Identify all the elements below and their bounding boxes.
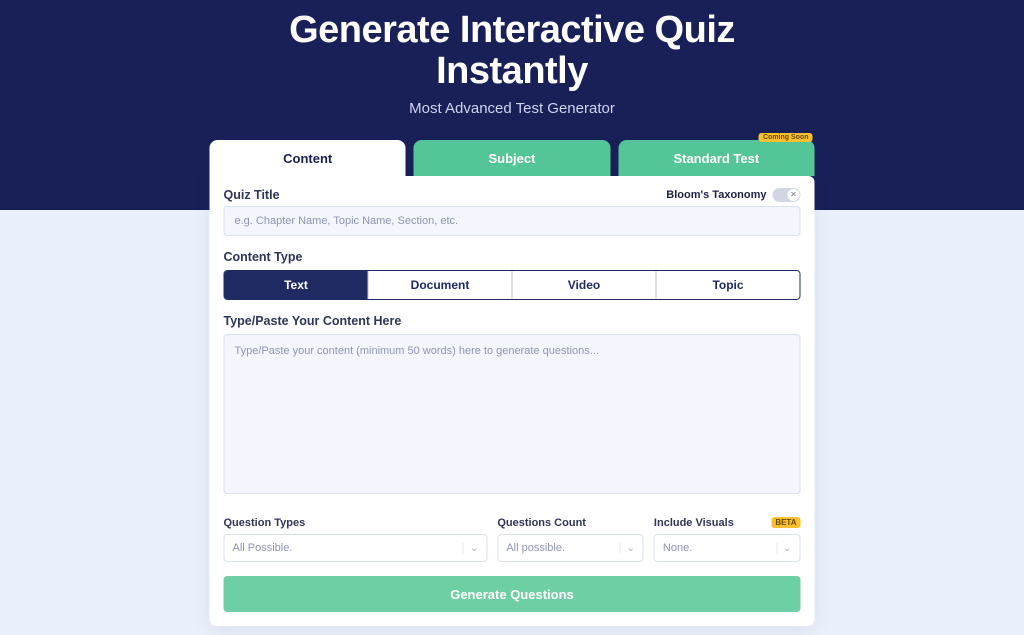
generate-button-label: Generate Questions — [450, 587, 574, 602]
beta-badge: BETA — [771, 517, 800, 528]
content-type-label: Content Type — [224, 250, 801, 264]
include-visuals-value: None. — [663, 542, 692, 554]
segment-document[interactable]: Document — [368, 271, 512, 299]
bloom-taxonomy-toggle[interactable] — [773, 188, 801, 202]
content-textarea[interactable] — [224, 334, 801, 494]
questions-count-label: Questions Count — [497, 517, 644, 529]
question-types-select[interactable]: All Possible. ⌄ — [224, 534, 488, 562]
quiz-title-input[interactable] — [224, 206, 801, 236]
chevron-down-icon: ⌄ — [463, 543, 478, 554]
content-type-segments: Text Document Video Topic — [224, 270, 801, 300]
segment-topic[interactable]: Topic — [656, 271, 800, 299]
hero-title-line2: Instantly — [436, 50, 588, 92]
tab-standard-label: Standard Test — [673, 151, 759, 166]
content-area-label: Type/Paste Your Content Here — [224, 314, 801, 328]
segment-video[interactable]: Video — [512, 271, 656, 299]
options-row: Question Types All Possible. ⌄ Questions… — [224, 517, 801, 562]
question-types-group: Question Types All Possible. ⌄ — [224, 517, 488, 562]
tab-content[interactable]: Content — [210, 140, 406, 176]
hero-subtitle: Most Advanced Test Generator — [0, 100, 1024, 117]
include-visuals-select[interactable]: None. ⌄ — [654, 534, 801, 562]
generate-questions-button[interactable]: Generate Questions — [224, 576, 801, 612]
bloom-taxonomy-group: Bloom's Taxonomy — [666, 188, 800, 202]
hero-title-line1: Generate Interactive Quiz — [289, 9, 735, 51]
tab-subject[interactable]: Subject — [414, 140, 610, 176]
coming-soon-badge: Coming Soon — [759, 133, 813, 142]
tab-content-label: Content — [283, 151, 332, 166]
question-types-value: All Possible. — [233, 542, 293, 554]
form-panel: Quiz Title Bloom's Taxonomy Content Type… — [210, 176, 815, 626]
questions-count-value: All possible. — [506, 542, 565, 554]
chevron-down-icon: ⌄ — [776, 543, 791, 554]
hero-title: Generate Interactive Quiz Instantly — [0, 10, 1024, 92]
tab-standard-test[interactable]: Standard Test Coming Soon — [618, 140, 814, 176]
bloom-taxonomy-label: Bloom's Taxonomy — [666, 189, 766, 201]
segment-text[interactable]: Text — [225, 271, 368, 299]
include-visuals-group: Include Visuals BETA None. ⌄ — [654, 517, 801, 562]
quiz-title-label: Quiz Title — [224, 188, 280, 202]
tab-subject-label: Subject — [489, 151, 536, 166]
main-wrapper: Content Subject Standard Test Coming Soo… — [210, 140, 815, 626]
chevron-down-icon: ⌄ — [620, 543, 635, 554]
title-row: Quiz Title Bloom's Taxonomy — [224, 188, 801, 202]
questions-count-group: Questions Count All possible. ⌄ — [497, 517, 644, 562]
tab-bar: Content Subject Standard Test Coming Soo… — [210, 140, 815, 176]
question-types-label: Question Types — [224, 517, 488, 529]
questions-count-select[interactable]: All possible. ⌄ — [497, 534, 644, 562]
